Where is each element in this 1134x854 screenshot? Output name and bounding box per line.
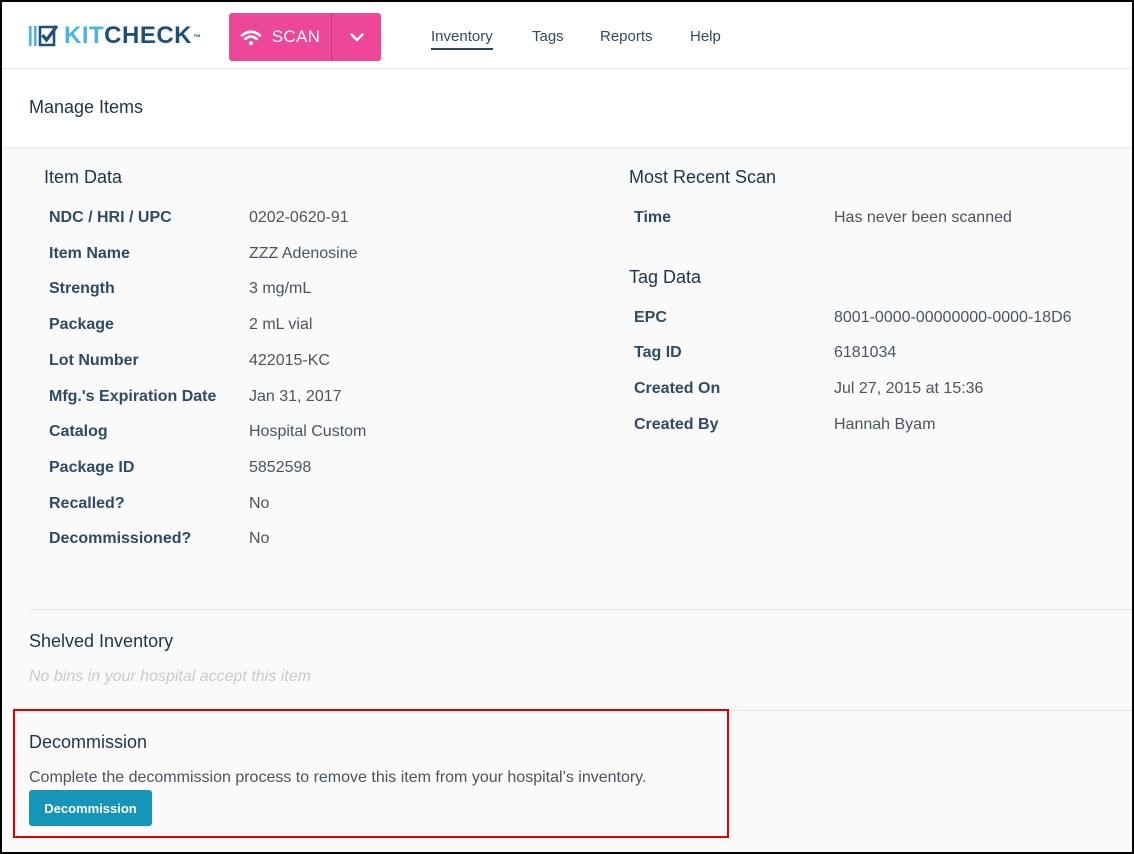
tag-value-created-on: Jul 27, 2015 at 15:36 xyxy=(834,380,984,397)
shelved-empty-note: No bins in your hospital accept this ite… xyxy=(29,668,311,685)
tag-value-created-by: Hannah Byam xyxy=(834,416,936,433)
item-label-strength: Strength xyxy=(49,280,115,297)
scan-button-label: SCAN xyxy=(271,27,321,46)
item-value-recalled: No xyxy=(249,495,270,512)
item-label-catalog: Catalog xyxy=(49,423,108,440)
item-label-package-id: Package ID xyxy=(49,459,135,476)
item-value-expiration: Jan 31, 2017 xyxy=(249,388,342,405)
decommission-title: Decommission xyxy=(29,732,148,752)
item-label-decommissioned: Decommissioned? xyxy=(49,530,192,547)
shelved-inventory-title: Shelved Inventory xyxy=(29,631,174,651)
recent-scan-title: Most Recent Scan xyxy=(629,167,777,187)
section-divider xyxy=(29,609,1132,610)
item-label-package: Package xyxy=(49,316,114,333)
item-value-package: 2 mL vial xyxy=(249,316,313,333)
item-value-ndc: 0202-0620-91 xyxy=(249,209,349,226)
decommission-description: Complete the decommission process to rem… xyxy=(29,769,647,786)
nav-tags[interactable]: Tags xyxy=(532,28,564,45)
decommission-button[interactable]: Decommission xyxy=(29,790,152,826)
tag-label-epc: EPC xyxy=(634,309,667,326)
tag-label-created-by: Created By xyxy=(634,416,719,433)
item-label-name: Item Name xyxy=(49,245,130,262)
item-value-lot: 422015-KC xyxy=(249,352,330,369)
item-value-catalog: Hospital Custom xyxy=(249,423,367,440)
kitcheck-logo[interactable]: KITCHECK™ xyxy=(28,22,202,50)
page-title: Manage Items xyxy=(29,97,144,117)
item-label-ndc: NDC / HRI / UPC xyxy=(49,209,172,226)
scan-button[interactable]: SCAN xyxy=(229,13,332,61)
tag-label-created-on: Created On xyxy=(634,380,721,397)
wifi-icon xyxy=(240,29,262,45)
tag-value-tag-id: 6181034 xyxy=(834,344,897,361)
nav-inventory[interactable]: Inventory xyxy=(431,28,493,50)
scan-label-time: Time xyxy=(634,209,672,226)
nav-help[interactable]: Help xyxy=(690,28,721,45)
checkmark-logo-icon xyxy=(29,25,58,47)
nav-reports[interactable]: Reports xyxy=(600,28,653,45)
item-value-strength: 3 mg/mL xyxy=(249,280,312,297)
app-frame: KITCHECK™ SCAN Inventory Tags Reports He… xyxy=(0,0,1134,854)
item-value-name: ZZZ Adenosine xyxy=(249,245,358,262)
item-value-decommissioned: No xyxy=(249,530,270,547)
tag-value-epc: 8001-0000-00000000-0000-18D6 xyxy=(834,309,1072,326)
item-data-title: Item Data xyxy=(44,167,123,187)
item-label-expiration: Mfg.'s Expiration Date xyxy=(49,388,217,405)
scan-split-button: SCAN xyxy=(229,13,381,61)
top-header: KITCHECK™ SCAN Inventory Tags Reports He… xyxy=(2,2,1132,69)
item-label-lot: Lot Number xyxy=(49,352,139,369)
scan-value-time: Has never been scanned xyxy=(834,209,1012,226)
tag-data-title: Tag Data xyxy=(629,267,702,287)
scan-dropdown-toggle[interactable] xyxy=(332,13,381,61)
page-title-bar: Manage Items xyxy=(2,69,1132,147)
item-value-package-id: 5852598 xyxy=(249,459,312,476)
chevron-down-icon xyxy=(349,32,364,41)
item-label-recalled: Recalled? xyxy=(49,495,125,512)
tag-label-tag-id: Tag ID xyxy=(634,344,682,361)
logo-wordmark: KITCHECK™ xyxy=(64,22,202,49)
